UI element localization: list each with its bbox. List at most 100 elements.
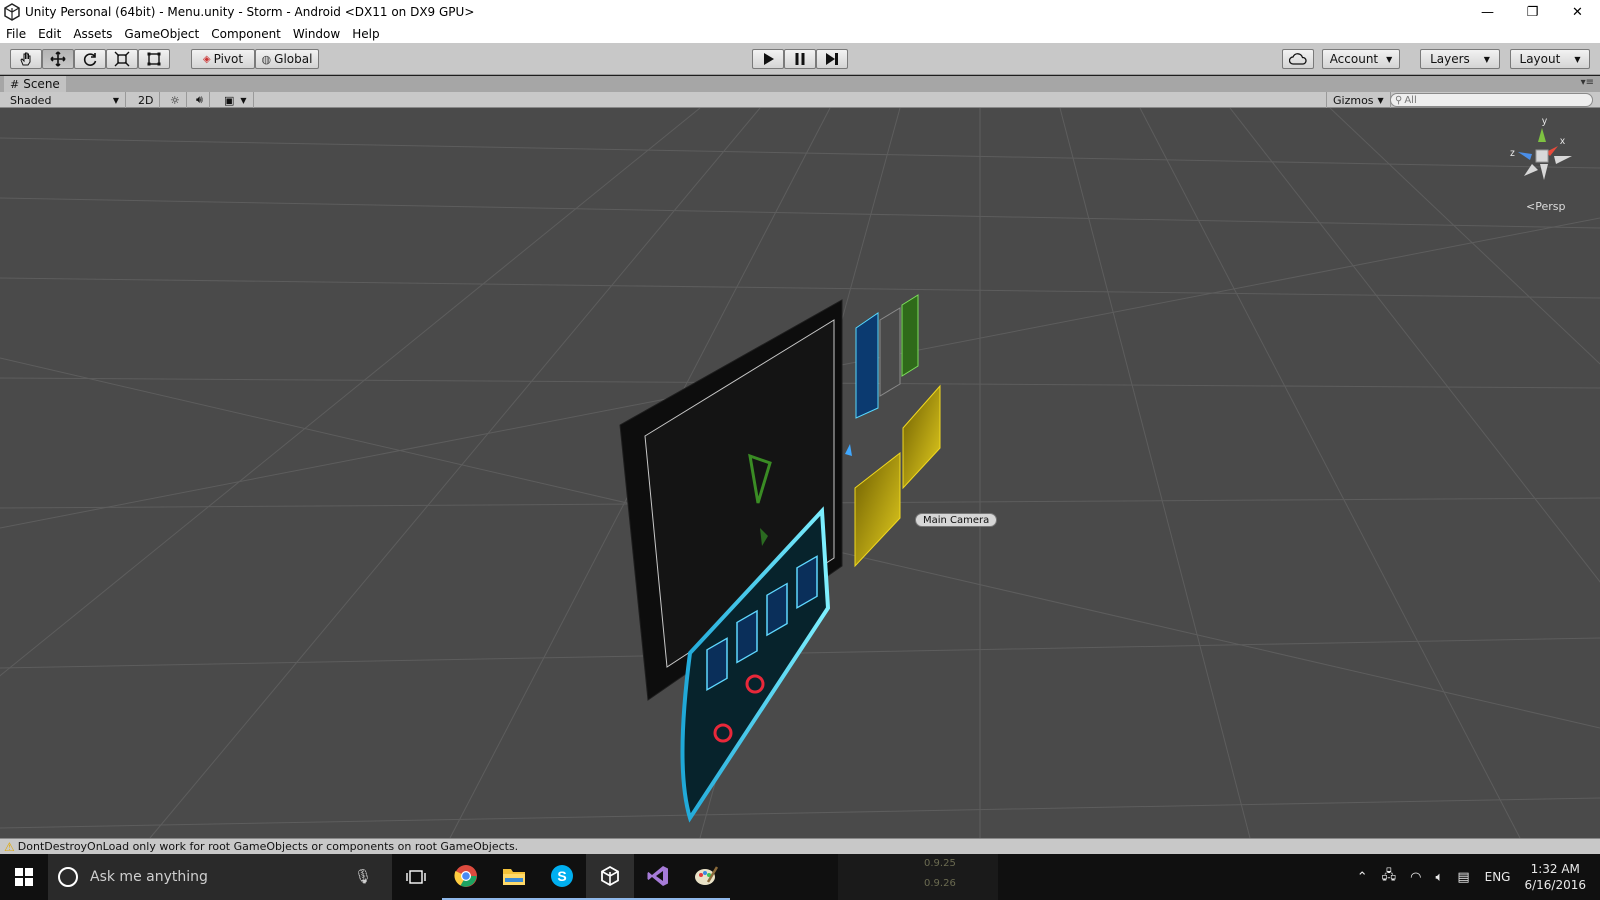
cloud-button[interactable] [1282, 49, 1314, 69]
account-label: Account [1329, 52, 1379, 66]
clock-time: 1:32 AM [1530, 862, 1580, 876]
skype-icon[interactable]: S [538, 854, 586, 900]
clock-date: 6/16/2016 [1524, 878, 1586, 892]
notifications-icon[interactable]: ▤ [1457, 870, 1469, 885]
rect-tool-icon[interactable] [138, 49, 170, 69]
warning-icon: ⚠ [4, 839, 15, 854]
svg-text:S: S [557, 868, 566, 884]
main-camera-label[interactable]: Main Camera [915, 513, 998, 527]
scene-control-bar: Shaded ▼ 2D ☼ 🔊︎ ▣ ▼ Gizmos ▼ ⚲ All [0, 92, 1600, 108]
menu-window[interactable]: Window [287, 27, 346, 41]
orientation-gizmo-icon[interactable]: y x z [1510, 116, 1580, 196]
cloud-icon [1289, 53, 1307, 65]
windows-taskbar: Ask me anything 🎙︎ S 0.9.25 0.9.26 ⌃ 🖧︎ … [0, 854, 1600, 900]
scene-grid [0, 108, 1600, 838]
background-value-2: 0.9.26 [924, 878, 956, 889]
unity-icon[interactable] [586, 854, 634, 900]
visual-studio-icon[interactable] [634, 854, 682, 900]
layout-dropdown[interactable]: Layout ▼ [1510, 49, 1590, 69]
pivot-toggle-button[interactable]: ◈ Pivot [191, 49, 255, 69]
grid-icon: # [10, 77, 20, 91]
scene-tab-bar: # Scene ▾≡ [0, 76, 1600, 92]
taskbar-search-placeholder: Ask me anything [90, 869, 208, 885]
paint-icon[interactable] [682, 854, 730, 900]
wifi-icon[interactable]: ◠ [1410, 870, 1421, 885]
file-explorer-icon[interactable] [490, 854, 538, 900]
clock[interactable]: 1:32 AM 6/16/2016 [1524, 861, 1586, 893]
hand-tool-icon[interactable] [10, 49, 42, 69]
menu-help[interactable]: Help [346, 27, 385, 41]
scene-search-input[interactable]: ⚲ All [1390, 93, 1593, 107]
shading-mode-dropdown[interactable]: Shaded ▼ [4, 92, 126, 108]
windows-logo-icon [15, 868, 33, 886]
step-icon [826, 53, 838, 65]
global-toggle-button[interactable]: ◍ Global [255, 49, 319, 69]
move-tool-icon[interactable] [42, 49, 74, 69]
search-icon: ⚲ [1395, 94, 1403, 106]
globe-icon: ◍ [261, 52, 272, 66]
menu-gameobject[interactable]: GameObject [118, 27, 205, 41]
shading-mode-label: Shaded [10, 93, 52, 107]
gizmo-x-label: x [1560, 136, 1565, 147]
microphone-icon[interactable]: 🎙︎ [354, 869, 372, 885]
play-icon [764, 53, 774, 65]
image-icon[interactable]: ▣ ▼ [218, 92, 254, 108]
gizmo-z-label: z [1510, 148, 1515, 159]
2d-label: 2D [138, 93, 154, 107]
menu-bar: File Edit Assets GameObject Component Wi… [0, 24, 1600, 43]
gizmo-y-label: y [1542, 116, 1547, 127]
step-button[interactable] [816, 49, 848, 69]
pivot-icon: ◈ [202, 53, 211, 65]
projection-toggle[interactable]: <Persp [1526, 200, 1565, 213]
rotate-tool-icon[interactable] [74, 49, 106, 69]
status-message: DontDestroyOnLoad only work for root Gam… [17, 840, 519, 853]
chevron-up-icon[interactable]: ⌃ [1357, 870, 1368, 885]
sun-icon[interactable]: ☼ [164, 92, 187, 108]
volume-icon[interactable]: 🔈︎ [1436, 870, 1444, 885]
speaker-icon[interactable]: 🔊︎ [190, 92, 210, 108]
chevron-down-icon: ▼ [1574, 54, 1581, 64]
panel-menu-icon[interactable]: ▾≡ [1581, 77, 1594, 88]
layers-dropdown[interactable]: Layers ▼ [1420, 49, 1500, 69]
title-bar: Unity Personal (64bit) - Menu.unity - St… [0, 0, 1600, 24]
window-title: Unity Personal (64bit) - Menu.unity - St… [25, 5, 475, 19]
projection-label: Persp [1535, 200, 1566, 213]
chevron-down-icon: ▼ [1483, 54, 1490, 64]
language-indicator[interactable]: ENG [1485, 870, 1511, 884]
start-button[interactable] [0, 854, 48, 900]
menu-file[interactable]: File [0, 27, 32, 41]
account-dropdown[interactable]: Account ▼ [1322, 49, 1400, 69]
main-toolbar: ◈ Pivot ◍ Global Account ▼ Layers ▼ Layout… [0, 43, 1600, 75]
scene-search-placeholder: All [1404, 94, 1417, 106]
pause-icon [795, 53, 805, 65]
minimize-icon[interactable]: — [1465, 0, 1510, 24]
pause-button[interactable] [784, 49, 816, 69]
chevron-down-icon: ▼ [112, 95, 119, 105]
network-disconnected-icon[interactable]: 🖧︎ [1382, 866, 1397, 888]
projection-icon: < [1526, 200, 1536, 213]
cortana-search-box[interactable]: Ask me anything 🎙︎ [48, 854, 392, 900]
chrome-icon[interactable] [442, 854, 490, 900]
close-icon[interactable]: ✕ [1555, 0, 1600, 24]
menu-assets[interactable]: Assets [67, 27, 118, 41]
unity-logo-icon [4, 3, 20, 21]
layout-label: Layout [1519, 52, 1561, 66]
play-button[interactable] [752, 49, 784, 69]
scale-tool-icon[interactable] [106, 49, 138, 69]
gizmos-label: Gizmos [1333, 93, 1374, 107]
background-window: 0.9.25 0.9.26 [838, 854, 998, 900]
tab-scene[interactable]: # Scene [4, 76, 66, 92]
scene-viewport[interactable]: Main Camera y x z <Persp [0, 108, 1600, 838]
scene-tab-label: Scene [23, 77, 60, 91]
console-status-bar[interactable]: ⚠ DontDestroyOnLoad only work for root G… [0, 838, 1600, 854]
pivot-label: Pivot [213, 52, 244, 66]
task-view-icon[interactable] [392, 854, 440, 900]
menu-edit[interactable]: Edit [32, 27, 67, 41]
chevron-down-icon: ▼ [1386, 54, 1393, 64]
system-tray: ⌃ 🖧︎ ◠ 🔈︎ ▤ ENG 1:32 AM 6/16/2016 [1350, 854, 1600, 900]
2d-toggle-button[interactable]: 2D [132, 92, 161, 108]
menu-component[interactable]: Component [205, 27, 287, 41]
background-value-1: 0.9.25 [924, 858, 956, 869]
gizmos-dropdown[interactable]: Gizmos ▼ [1326, 92, 1391, 108]
restore-icon[interactable]: ❐ [1510, 0, 1555, 24]
